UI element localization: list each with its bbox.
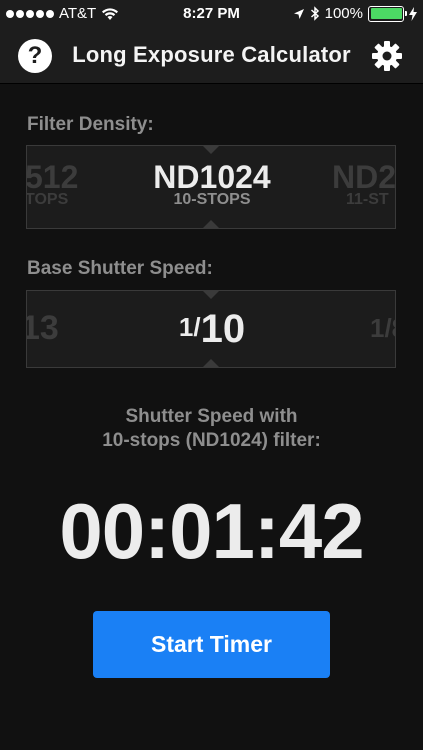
location-arrow-icon: [293, 8, 304, 19]
nav-bar: ? Long Exposure Calculator: [0, 28, 423, 84]
filter-option-prev[interactable]: 512 TOPS: [26, 159, 105, 208]
result-caption-line1: Shutter Speed with: [125, 406, 298, 427]
status-right: 100%: [293, 5, 417, 22]
bluetooth-icon: [310, 6, 319, 21]
shutter-current-numerator: 1/: [178, 312, 201, 342]
charging-bolt-icon: [409, 6, 417, 21]
filter-next-value: ND2: [332, 159, 396, 195]
picker-indicator-bottom: [203, 359, 219, 367]
battery-percent: 100%: [324, 5, 363, 22]
filter-option-next[interactable]: ND2 11-ST: [332, 159, 396, 208]
battery-icon: [368, 5, 407, 22]
base-shutter-picker[interactable]: 13 1/10 1/8: [26, 290, 396, 368]
status-bar: AT&T 8:27 PM 100%: [0, 0, 423, 28]
filter-current-value: ND1024: [153, 159, 271, 195]
filter-option-current[interactable]: ND1024 10-STOPS: [122, 160, 302, 208]
shutter-option-current[interactable]: 1/10: [142, 305, 282, 353]
filter-prev-sub: TOPS: [26, 191, 69, 208]
picker-indicator-top: [203, 291, 219, 299]
shutter-current-denominator: 10: [200, 307, 246, 351]
result-caption-line2: 10-stops (ND1024) filter:: [102, 430, 321, 451]
shutter-option-prev[interactable]: 13: [27, 309, 81, 347]
filter-current-sub: 10-STOPS: [173, 191, 251, 208]
page-title: Long Exposure Calculator: [72, 42, 351, 67]
filter-density-picker[interactable]: 512 TOPS ND1024 10-STOPS ND2 11-ST: [26, 145, 396, 229]
gear-icon[interactable]: [371, 40, 403, 72]
picker-indicator-bottom: [203, 220, 219, 228]
result-caption: Shutter Speed with 10-stops (ND1024) fil…: [0, 405, 423, 453]
shutter-option-next[interactable]: 1/8: [370, 313, 395, 343]
filter-density-label: Filter Density:: [27, 114, 154, 135]
result-time: 00:01:42: [59, 487, 364, 575]
base-shutter-label: Base Shutter Speed:: [27, 258, 213, 279]
battery-fill: [370, 8, 402, 19]
filter-prev-value: 512: [26, 159, 79, 195]
picker-indicator-top: [203, 146, 219, 154]
start-timer-button[interactable]: Start Timer: [93, 611, 330, 678]
